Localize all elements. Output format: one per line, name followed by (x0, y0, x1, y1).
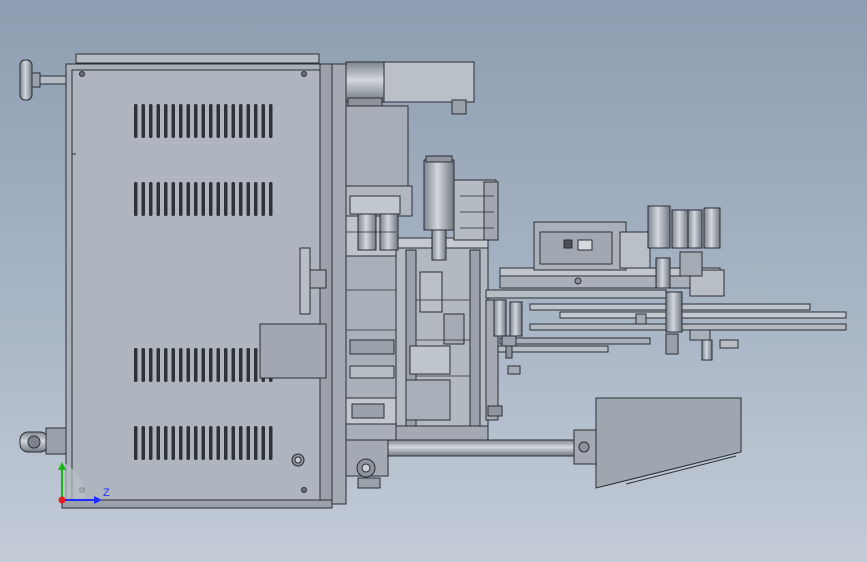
vent-slot (209, 348, 213, 382)
vent-slot (216, 348, 220, 382)
vent-slot (246, 182, 250, 216)
vent-slot (141, 104, 145, 138)
vent-slot (239, 182, 243, 216)
vent-slot (149, 104, 153, 138)
vent-slot (156, 426, 160, 460)
vent-slot (171, 348, 175, 382)
vent-slot (171, 426, 175, 460)
vent-slot (246, 348, 250, 382)
vent-slot (261, 182, 265, 216)
vent-slot (269, 104, 273, 138)
triad-origin (58, 496, 66, 504)
vent-slot (164, 104, 168, 138)
central-frame (331, 61, 503, 505)
vent-slot (141, 348, 145, 382)
vent-slot (194, 182, 198, 216)
vent-slot (149, 182, 153, 216)
vent-slot (149, 426, 153, 460)
vent-slot (164, 182, 168, 216)
vent-slot (254, 426, 258, 460)
vent-slot (156, 104, 160, 138)
vent-slot (179, 426, 183, 460)
vent-slot (179, 182, 183, 216)
vent-slot (171, 182, 175, 216)
vent-slot (134, 426, 138, 460)
vent-slot (216, 104, 220, 138)
cad-viewport[interactable]: Z (0, 0, 867, 562)
discharge-hopper (595, 397, 742, 489)
vent-slot (209, 182, 213, 216)
vent-slot (164, 426, 168, 460)
vent-slot (149, 348, 153, 382)
vent-slot (231, 348, 235, 382)
vent-slot (239, 104, 243, 138)
triad-z-label: Z (103, 487, 110, 499)
bottom-fitting (291, 453, 305, 467)
vent-slot (201, 182, 205, 216)
vent-slot (254, 348, 258, 382)
vent-slot (186, 182, 190, 216)
vent-slot (224, 182, 228, 216)
vent-slot (186, 104, 190, 138)
vent-slot (254, 182, 258, 216)
vent-slot (179, 348, 183, 382)
caster-wheel (19, 427, 67, 455)
vent-slot (209, 104, 213, 138)
vent-slot (186, 348, 190, 382)
vent-slot (261, 104, 265, 138)
vent-slot (156, 182, 160, 216)
vent-slot (216, 182, 220, 216)
vent-slot (224, 104, 228, 138)
vent-slot (246, 104, 250, 138)
machine-assembly-drawing: Z (19, 53, 847, 509)
vent-slot (201, 348, 205, 382)
vent-slot (231, 104, 235, 138)
vent-slot (224, 348, 228, 382)
vent-slot (246, 426, 250, 460)
vent-slot (231, 182, 235, 216)
vent-slot (194, 104, 198, 138)
vent-slot (141, 426, 145, 460)
vent-slot (134, 182, 138, 216)
vent-slot (201, 104, 205, 138)
vent-slot (201, 426, 205, 460)
vent-slot (134, 104, 138, 138)
vent-slot (239, 348, 243, 382)
vent-slot (194, 426, 198, 460)
vent-slot (209, 426, 213, 460)
vent-slot (231, 426, 235, 460)
vent-slot (141, 182, 145, 216)
vent-slot (254, 104, 258, 138)
vent-slot (216, 426, 220, 460)
vent-slot (194, 348, 198, 382)
vent-slot (156, 348, 160, 382)
vent-slot (269, 426, 273, 460)
vent-slot (269, 182, 273, 216)
vent-slot (239, 426, 243, 460)
vent-slot (171, 104, 175, 138)
vent-slot (134, 348, 138, 382)
vent-slot (261, 426, 265, 460)
leveling-knob[interactable] (19, 59, 67, 101)
vent-slot (224, 426, 228, 460)
vent-slot (164, 348, 168, 382)
vent-slot (186, 426, 190, 460)
vent-slot (179, 104, 183, 138)
junction-box (259, 323, 327, 379)
